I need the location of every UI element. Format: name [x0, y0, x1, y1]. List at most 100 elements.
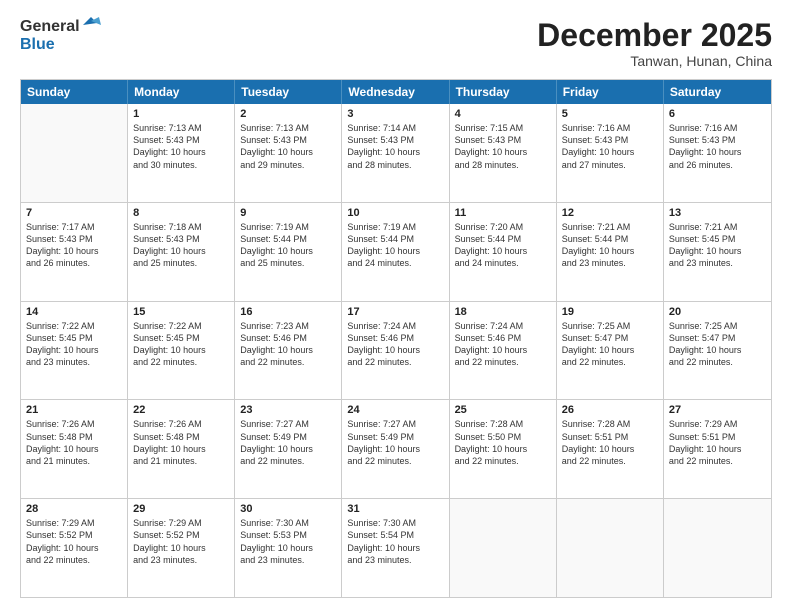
day-details: Sunrise: 7:19 AM Sunset: 5:44 PM Dayligh…	[347, 221, 443, 270]
calendar-cell: 6Sunrise: 7:16 AM Sunset: 5:43 PM Daylig…	[664, 104, 771, 202]
calendar-cell: 29 Sunrise: 7:29 AM Sunset: 5:52 PM Dayli…	[128, 499, 235, 597]
calendar-cell: 1Sunrise: 7:13 AM Sunset: 5:43 PM Daylig…	[128, 104, 235, 202]
calendar-cell: 10Sunrise: 7:19 AM Sunset: 5:44 PM Dayli…	[342, 203, 449, 301]
day-details: Sunrise: 7:21 AM Sunset: 5:45 PM Dayligh…	[669, 221, 766, 270]
day-number: 21	[26, 404, 122, 416]
calendar-cell: 7Sunrise: 7:17 AM Sunset: 5:43 PM Daylig…	[21, 203, 128, 301]
day-number: 13	[669, 207, 766, 219]
day-details: Sunrise: 7:25 AM Sunset: 5:47 PM Dayligh…	[669, 320, 766, 369]
day-details: Sunrise: 7:23 AM Sunset: 5:46 PM Dayligh…	[240, 320, 336, 369]
day-number: 29	[133, 503, 229, 515]
location-subtitle: Tanwan, Hunan, China	[537, 53, 772, 69]
day-number: 15	[133, 306, 229, 318]
day-number: 17	[347, 306, 443, 318]
calendar-week-row: 14Sunrise: 7:22 AM Sunset: 5:45 PM Dayli…	[21, 302, 771, 401]
calendar-day-header: Saturday	[664, 80, 771, 104]
calendar-cell: 23 Sunrise: 7:27 AM Sunset: 5:49 PM Dayli…	[235, 400, 342, 498]
day-details: Sunrise: 7:29 AM Sunset: 5:52 PM Dayligh…	[26, 517, 122, 566]
logo: General Blue	[20, 18, 105, 54]
header: General Blue December 2025 Tanwan, Hunan…	[20, 18, 772, 69]
day-details: Sunrise: 7:17 AM Sunset: 5:43 PM Dayligh…	[26, 221, 122, 270]
calendar-cell-empty	[450, 499, 557, 597]
day-details: Sunrise: 7:16 AM Sunset: 5:43 PM Dayligh…	[669, 122, 766, 171]
day-details: Sunrise: 7:16 AM Sunset: 5:43 PM Dayligh…	[562, 122, 658, 171]
calendar-cell: 19 Sunrise: 7:25 AM Sunset: 5:47 PM Dayli…	[557, 302, 664, 400]
day-number: 31	[347, 503, 443, 515]
calendar-day-header: Sunday	[21, 80, 128, 104]
calendar-cell-empty	[21, 104, 128, 202]
day-number: 23	[240, 404, 336, 416]
day-number: 24	[347, 404, 443, 416]
calendar-week-row: 21 Sunrise: 7:26 AM Sunset: 5:48 PM Dayli…	[21, 400, 771, 499]
day-details: Sunrise: 7:15 AM Sunset: 5:43 PM Dayligh…	[455, 122, 551, 171]
calendar-day-header: Wednesday	[342, 80, 449, 104]
day-details: Sunrise: 7:18 AM Sunset: 5:43 PM Dayligh…	[133, 221, 229, 270]
day-number: 1	[133, 108, 229, 120]
calendar-cell: 8 Sunrise: 7:18 AM Sunset: 5:43 PM Daylig…	[128, 203, 235, 301]
day-number: 25	[455, 404, 551, 416]
day-number: 27	[669, 404, 766, 416]
day-number: 30	[240, 503, 336, 515]
calendar-cell: 2Sunrise: 7:13 AM Sunset: 5:43 PM Daylig…	[235, 104, 342, 202]
calendar-week-row: 7Sunrise: 7:17 AM Sunset: 5:43 PM Daylig…	[21, 203, 771, 302]
calendar-cell: 18 Sunrise: 7:24 AM Sunset: 5:46 PM Dayli…	[450, 302, 557, 400]
calendar-cell: 5Sunrise: 7:16 AM Sunset: 5:43 PM Daylig…	[557, 104, 664, 202]
calendar-cell: 27 Sunrise: 7:29 AM Sunset: 5:51 PM Dayli…	[664, 400, 771, 498]
day-details: Sunrise: 7:29 AM Sunset: 5:51 PM Dayligh…	[669, 418, 766, 467]
logo-general: General	[20, 18, 80, 36]
day-details: Sunrise: 7:28 AM Sunset: 5:50 PM Dayligh…	[455, 418, 551, 467]
calendar-week-row: 28 Sunrise: 7:29 AM Sunset: 5:52 PM Dayli…	[21, 499, 771, 597]
calendar-header-row: SundayMondayTuesdayWednesdayThursdayFrid…	[21, 80, 771, 104]
calendar-cell: 3 Sunrise: 7:14 AM Sunset: 5:43 PM Daylig…	[342, 104, 449, 202]
page: General Blue December 2025 Tanwan, Hunan…	[0, 0, 792, 612]
day-details: Sunrise: 7:20 AM Sunset: 5:44 PM Dayligh…	[455, 221, 551, 270]
calendar-cell-empty	[557, 499, 664, 597]
day-number: 16	[240, 306, 336, 318]
day-details: Sunrise: 7:30 AM Sunset: 5:54 PM Dayligh…	[347, 517, 443, 566]
day-number: 12	[562, 207, 658, 219]
day-number: 22	[133, 404, 229, 416]
day-number: 26	[562, 404, 658, 416]
day-details: Sunrise: 7:19 AM Sunset: 5:44 PM Dayligh…	[240, 221, 336, 270]
calendar-cell: 13 Sunrise: 7:21 AM Sunset: 5:45 PM Dayli…	[664, 203, 771, 301]
day-details: Sunrise: 7:21 AM Sunset: 5:44 PM Dayligh…	[562, 221, 658, 270]
day-details: Sunrise: 7:29 AM Sunset: 5:52 PM Dayligh…	[133, 517, 229, 566]
calendar-day-header: Monday	[128, 80, 235, 104]
calendar-cell: 22 Sunrise: 7:26 AM Sunset: 5:48 PM Dayli…	[128, 400, 235, 498]
calendar-cell: 15 Sunrise: 7:22 AM Sunset: 5:45 PM Dayli…	[128, 302, 235, 400]
day-number: 18	[455, 306, 551, 318]
day-details: Sunrise: 7:27 AM Sunset: 5:49 PM Dayligh…	[240, 418, 336, 467]
calendar-day-header: Friday	[557, 80, 664, 104]
calendar-week-row: 1Sunrise: 7:13 AM Sunset: 5:43 PM Daylig…	[21, 104, 771, 203]
day-details: Sunrise: 7:22 AM Sunset: 5:45 PM Dayligh…	[26, 320, 122, 369]
calendar-cell: 20 Sunrise: 7:25 AM Sunset: 5:47 PM Dayli…	[664, 302, 771, 400]
calendar-cell-empty	[664, 499, 771, 597]
day-details: Sunrise: 7:30 AM Sunset: 5:53 PM Dayligh…	[240, 517, 336, 566]
calendar-cell: 9Sunrise: 7:19 AM Sunset: 5:44 PM Daylig…	[235, 203, 342, 301]
day-details: Sunrise: 7:14 AM Sunset: 5:43 PM Dayligh…	[347, 122, 443, 171]
calendar-cell: 24 Sunrise: 7:27 AM Sunset: 5:49 PM Dayli…	[342, 400, 449, 498]
calendar-day-header: Tuesday	[235, 80, 342, 104]
day-number: 11	[455, 207, 551, 219]
calendar-cell: 16 Sunrise: 7:23 AM Sunset: 5:46 PM Dayli…	[235, 302, 342, 400]
day-details: Sunrise: 7:26 AM Sunset: 5:48 PM Dayligh…	[133, 418, 229, 467]
month-title: December 2025	[537, 18, 772, 53]
logo-bird-icon	[83, 17, 105, 35]
day-details: Sunrise: 7:25 AM Sunset: 5:47 PM Dayligh…	[562, 320, 658, 369]
day-details: Sunrise: 7:24 AM Sunset: 5:46 PM Dayligh…	[455, 320, 551, 369]
day-details: Sunrise: 7:22 AM Sunset: 5:45 PM Dayligh…	[133, 320, 229, 369]
calendar-cell: 25 Sunrise: 7:28 AM Sunset: 5:50 PM Dayli…	[450, 400, 557, 498]
calendar-cell: 31 Sunrise: 7:30 AM Sunset: 5:54 PM Dayli…	[342, 499, 449, 597]
day-details: Sunrise: 7:27 AM Sunset: 5:49 PM Dayligh…	[347, 418, 443, 467]
day-details: Sunrise: 7:26 AM Sunset: 5:48 PM Dayligh…	[26, 418, 122, 467]
logo-blue: Blue	[20, 36, 55, 54]
day-number: 8	[133, 207, 229, 219]
day-number: 19	[562, 306, 658, 318]
day-number: 28	[26, 503, 122, 515]
calendar-day-header: Thursday	[450, 80, 557, 104]
calendar-cell: 4Sunrise: 7:15 AM Sunset: 5:43 PM Daylig…	[450, 104, 557, 202]
day-number: 20	[669, 306, 766, 318]
day-details: Sunrise: 7:28 AM Sunset: 5:51 PM Dayligh…	[562, 418, 658, 467]
day-number: 3	[347, 108, 443, 120]
title-block: December 2025 Tanwan, Hunan, China	[537, 18, 772, 69]
